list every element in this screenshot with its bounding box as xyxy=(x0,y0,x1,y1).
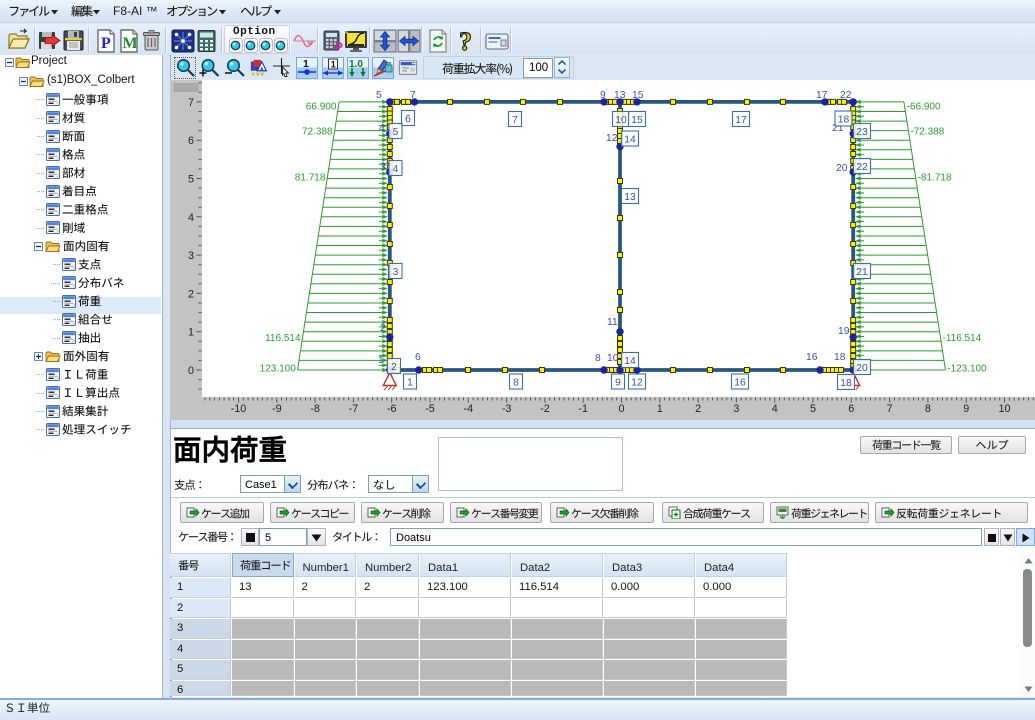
svg-text:2: 2 xyxy=(695,403,701,415)
svg-text:7: 7 xyxy=(887,403,893,415)
svg-text:5: 5 xyxy=(393,127,399,138)
svg-text:-10: -10 xyxy=(231,403,247,415)
svg-text:?: ? xyxy=(459,28,472,54)
svg-text:1: 1 xyxy=(331,60,336,70)
svg-text:20: 20 xyxy=(836,163,848,174)
svg-text:13: 13 xyxy=(614,90,626,101)
svg-text:20: 20 xyxy=(856,363,868,374)
svg-text:M: M xyxy=(123,35,138,52)
svg-text:1: 1 xyxy=(188,327,194,339)
svg-text:9: 9 xyxy=(600,90,606,101)
svg-text:8: 8 xyxy=(595,353,601,364)
svg-text:-116.514: -116.514 xyxy=(943,333,982,344)
svg-text:4: 4 xyxy=(393,164,399,175)
svg-text:3: 3 xyxy=(733,403,739,415)
svg-text:9: 9 xyxy=(963,403,969,415)
svg-text:123.100: 123.100 xyxy=(260,364,297,375)
svg-text:18: 18 xyxy=(840,378,852,389)
svg-text:-6: -6 xyxy=(387,403,397,415)
svg-text:66.900: 66.900 xyxy=(306,102,337,113)
svg-text:72.388: 72.388 xyxy=(302,127,333,138)
svg-text:0: 0 xyxy=(188,365,194,377)
svg-text:1: 1 xyxy=(378,355,384,366)
svg-text:P: P xyxy=(335,40,343,54)
svg-text:4: 4 xyxy=(188,212,194,224)
svg-text:3: 3 xyxy=(393,267,399,278)
svg-text:1: 1 xyxy=(657,403,663,415)
svg-text:10: 10 xyxy=(998,403,1010,415)
svg-text:116.514: 116.514 xyxy=(265,333,301,344)
svg-text:-9: -9 xyxy=(272,403,282,415)
svg-text:4: 4 xyxy=(379,123,385,134)
svg-text:6: 6 xyxy=(188,135,194,147)
svg-text:10: 10 xyxy=(615,115,627,126)
svg-text:-81.718: -81.718 xyxy=(918,173,952,184)
svg-text:8: 8 xyxy=(925,403,931,415)
svg-text:12: 12 xyxy=(606,133,618,144)
svg-text:18: 18 xyxy=(834,352,846,363)
svg-text:1: 1 xyxy=(303,58,309,70)
svg-text:-8: -8 xyxy=(310,403,320,415)
svg-text:2: 2 xyxy=(188,288,194,300)
svg-text:6: 6 xyxy=(848,403,854,415)
svg-text:-3: -3 xyxy=(502,403,512,415)
svg-text:17: 17 xyxy=(816,90,828,101)
svg-text:6: 6 xyxy=(405,114,411,125)
svg-text:9: 9 xyxy=(615,378,621,389)
svg-text:12: 12 xyxy=(631,378,643,389)
svg-text:-7: -7 xyxy=(349,403,359,415)
svg-text:81.718: 81.718 xyxy=(295,173,326,184)
svg-text:10: 10 xyxy=(607,353,619,364)
svg-text:0: 0 xyxy=(618,403,624,415)
svg-text:3: 3 xyxy=(188,250,194,262)
svg-text:15: 15 xyxy=(631,115,643,126)
svg-text:23: 23 xyxy=(856,127,868,138)
svg-text:13: 13 xyxy=(624,192,636,203)
svg-text:8: 8 xyxy=(513,378,519,389)
svg-text:1: 1 xyxy=(407,378,413,389)
svg-text:-2: -2 xyxy=(540,403,550,415)
svg-text:22: 22 xyxy=(856,162,868,173)
svg-text:7: 7 xyxy=(410,90,416,101)
svg-text:-123.100: -123.100 xyxy=(947,364,987,375)
svg-text:1.0: 1.0 xyxy=(349,59,363,70)
svg-text:21: 21 xyxy=(856,267,868,278)
svg-text:-5: -5 xyxy=(425,403,435,415)
svg-text:19: 19 xyxy=(838,326,850,337)
svg-text:16: 16 xyxy=(734,378,746,389)
svg-text:-72.388: -72.388 xyxy=(910,127,944,138)
svg-text:2: 2 xyxy=(380,323,386,334)
svg-text:14: 14 xyxy=(624,356,636,367)
svg-text:14: 14 xyxy=(624,135,636,146)
svg-text:6: 6 xyxy=(415,352,421,363)
svg-text:5: 5 xyxy=(188,174,194,186)
svg-text:11: 11 xyxy=(607,317,618,328)
svg-text:-4: -4 xyxy=(463,403,473,415)
svg-text:7: 7 xyxy=(188,97,194,109)
svg-text:-66.900: -66.900 xyxy=(907,102,941,113)
svg-text:2: 2 xyxy=(391,362,397,373)
svg-text:5: 5 xyxy=(376,90,382,101)
svg-text:7: 7 xyxy=(512,115,518,126)
svg-text:16: 16 xyxy=(806,352,818,363)
svg-text:17: 17 xyxy=(735,115,747,126)
svg-text:3: 3 xyxy=(380,162,386,173)
svg-text:P: P xyxy=(101,35,111,52)
svg-text:5: 5 xyxy=(810,403,816,415)
svg-text:4: 4 xyxy=(772,403,778,415)
svg-text:-1: -1 xyxy=(578,403,588,415)
svg-text:18: 18 xyxy=(838,115,850,126)
svg-text:15: 15 xyxy=(632,90,644,101)
svg-text:22: 22 xyxy=(840,90,852,101)
